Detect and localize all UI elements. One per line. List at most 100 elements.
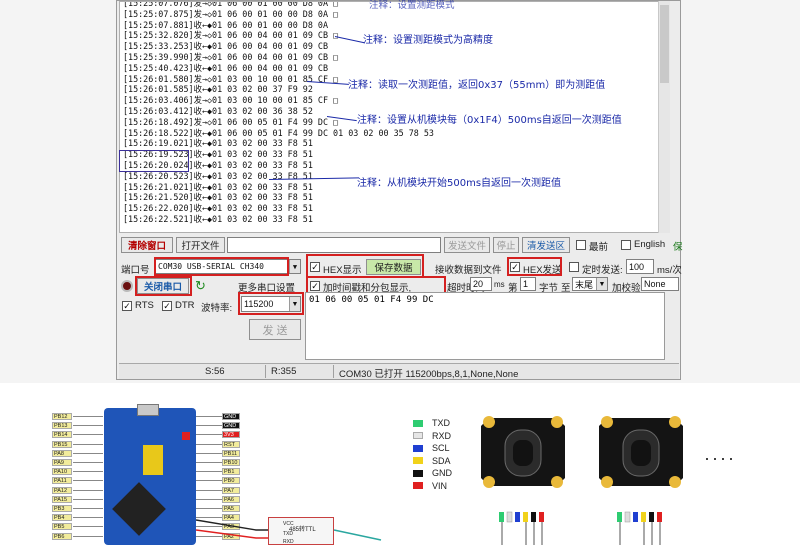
left-pin-label: PA12 <box>52 486 72 494</box>
sensor-module-2 <box>593 408 689 496</box>
pin-lead <box>196 416 222 417</box>
log-line: [15:25:33.253]收←◆01 06 00 04 00 01 09 CB <box>123 41 329 52</box>
pin-lead <box>73 425 103 427</box>
baud-label: 波特率: <box>201 303 233 314</box>
log-line: [15:25:32.820]发→◇01 06 00 04 00 01 09 CB… <box>123 30 339 41</box>
pin-lead <box>196 471 222 473</box>
right-pin-label: PB1 <box>222 468 240 476</box>
pin-lead <box>73 498 103 500</box>
hex-display-highlight <box>306 254 424 278</box>
pin-lead <box>196 434 222 436</box>
byte-index-input[interactable]: 1 <box>520 277 536 291</box>
dtr-label: DTR <box>175 300 195 311</box>
legend-item: VIN <box>413 481 447 491</box>
baud-highlight <box>238 292 304 315</box>
pin-lead <box>73 434 103 436</box>
log-line: [15:26:21.021]收←◆01 03 02 00 33 F8 51 <box>123 181 313 192</box>
log-line: [15:26:18.492]发→◇01 06 00 05 01 F4 99 DC… <box>123 116 339 127</box>
log-scrollbar[interactable] <box>658 1 670 233</box>
scroll-thumb[interactable] <box>660 5 669 83</box>
left-pin-label: PB3 <box>52 505 72 512</box>
send-file-button[interactable]: 发送文件 <box>444 237 490 253</box>
legend-swatch <box>413 419 423 427</box>
hex-send-highlight <box>507 257 562 276</box>
pin-lead <box>73 517 103 519</box>
left-pin-label: PA8 <box>52 449 72 457</box>
log-line: [15:26:22.020]收←◆01 03 02 00 33 F8 51 <box>123 203 313 214</box>
log-line: [15:26:18.522]收←◆01 06 00 05 01 F4 99 DC… <box>123 127 434 138</box>
rts-label: RTS <box>135 300 154 311</box>
port-status: COM30 已打开 115200bps,8,1,None,None <box>339 369 519 380</box>
sensor-module-1 <box>475 408 571 496</box>
log-line: [15:25:07.076]发→◇01 06 00 01 00 00 D8 0A… <box>123 1 339 8</box>
legend-swatch <box>413 469 423 477</box>
log-line: [15:25:40.423]收←◆01 06 00 04 00 01 09 CB <box>123 62 329 73</box>
left-pin-label: PA11 <box>52 477 72 485</box>
right-pin-label: GND <box>222 422 240 430</box>
pin-lead <box>196 462 222 463</box>
note-auto-return-setup: 注释：设置从机模块每（0x1F4）500ms自返回一次测距值 <box>357 115 622 126</box>
legend-label: GND <box>432 468 452 478</box>
log-line: [15:26:21.520]收←◆01 03 02 00 33 F8 51 <box>123 192 313 203</box>
pin-lead <box>73 526 103 528</box>
pin-lead <box>73 471 103 473</box>
recv-to-file-label[interactable]: 接收数据到文件 <box>435 262 502 276</box>
close-port-highlight <box>135 276 192 296</box>
file-path-field[interactable] <box>227 237 441 253</box>
timeout-unit: ms <box>494 280 505 289</box>
power-led <box>182 432 190 440</box>
topmost-label: 最前 <box>589 242 609 253</box>
legend-item: TXD <box>413 418 450 428</box>
legend-item: SCL <box>413 443 450 453</box>
send-button[interactable]: 发 送 <box>249 319 301 340</box>
timeout-input[interactable]: 20 <box>470 277 492 291</box>
legend-item: SDA <box>413 456 451 466</box>
pin-lead <box>73 443 103 445</box>
legend-swatch <box>413 482 423 489</box>
open-file-button[interactable]: 打开文件 <box>176 237 225 253</box>
left-pin-label: PB12 <box>52 413 72 420</box>
end-select[interactable]: 末尾 ▼ <box>572 277 608 291</box>
chevron-down-icon[interactable]: ▼ <box>596 278 607 290</box>
pin-lead <box>73 480 103 482</box>
pin-lead <box>73 489 103 491</box>
clear-send-button[interactable]: 清发送区 <box>522 237 570 253</box>
dtr-checkbox[interactable]: ✓ <box>162 301 172 311</box>
usb-connector <box>137 404 159 416</box>
legend-label: SDA <box>432 455 451 466</box>
send-input[interactable]: 01 06 00 05 01 F4 99 DC <box>305 292 665 360</box>
left-pin-label: PB5 <box>52 523 72 531</box>
right-pin-label: PB11 <box>222 449 240 457</box>
english-checkbox[interactable] <box>621 240 631 250</box>
note-top: 注释：设置测距模式 <box>369 0 455 11</box>
legend-label: RXD <box>432 430 452 441</box>
pin-lead <box>196 443 222 445</box>
crystal <box>143 445 163 475</box>
pin-lead <box>73 462 103 463</box>
checksum-select[interactable]: None <box>641 277 679 291</box>
pin-lead <box>73 452 103 454</box>
pin-lead <box>196 480 222 482</box>
log-line: [15:26:03.406]发→◇01 03 00 10 00 01 85 CF… <box>123 95 339 106</box>
timed-interval-input[interactable]: 100 <box>626 259 654 274</box>
chevron-down-icon[interactable]: ▼ <box>289 260 300 273</box>
topmost-checkbox[interactable] <box>576 240 586 250</box>
stop-button[interactable]: 停止 <box>493 237 519 253</box>
log-line: [15:26:01.580]发→◇01 03 00 10 00 01 85 CF… <box>123 73 339 84</box>
log-highlight-box <box>119 150 189 172</box>
log-line: [15:25:07.881]收←◆01 06 00 01 00 00 D8 0A <box>123 19 329 30</box>
note-auto-return-start: 注释：从机模块开始500ms自返回一次测距值 <box>357 178 562 189</box>
log-line: [15:26:19.021]收←◆01 03 02 00 33 F8 51 <box>123 138 313 149</box>
timed-send-checkbox[interactable] <box>569 262 579 272</box>
legend-swatch <box>413 457 423 464</box>
rts-checkbox[interactable]: ✓ <box>122 301 132 311</box>
legend-item: GND <box>413 468 452 478</box>
note-read-distance: 注释：读取一次测距值，返回0x37（55mm）即为测距值 <box>348 80 606 91</box>
legend-label: SCL <box>432 443 450 453</box>
clear-window-button[interactable]: 清除窗口 <box>121 237 173 253</box>
refresh-icon[interactable]: ↻ <box>195 278 206 294</box>
pin-lead <box>196 489 222 491</box>
pin-lead <box>73 508 103 509</box>
right-pin-label: PB10 <box>222 459 240 466</box>
left-pin-label: PB6 <box>52 532 72 540</box>
